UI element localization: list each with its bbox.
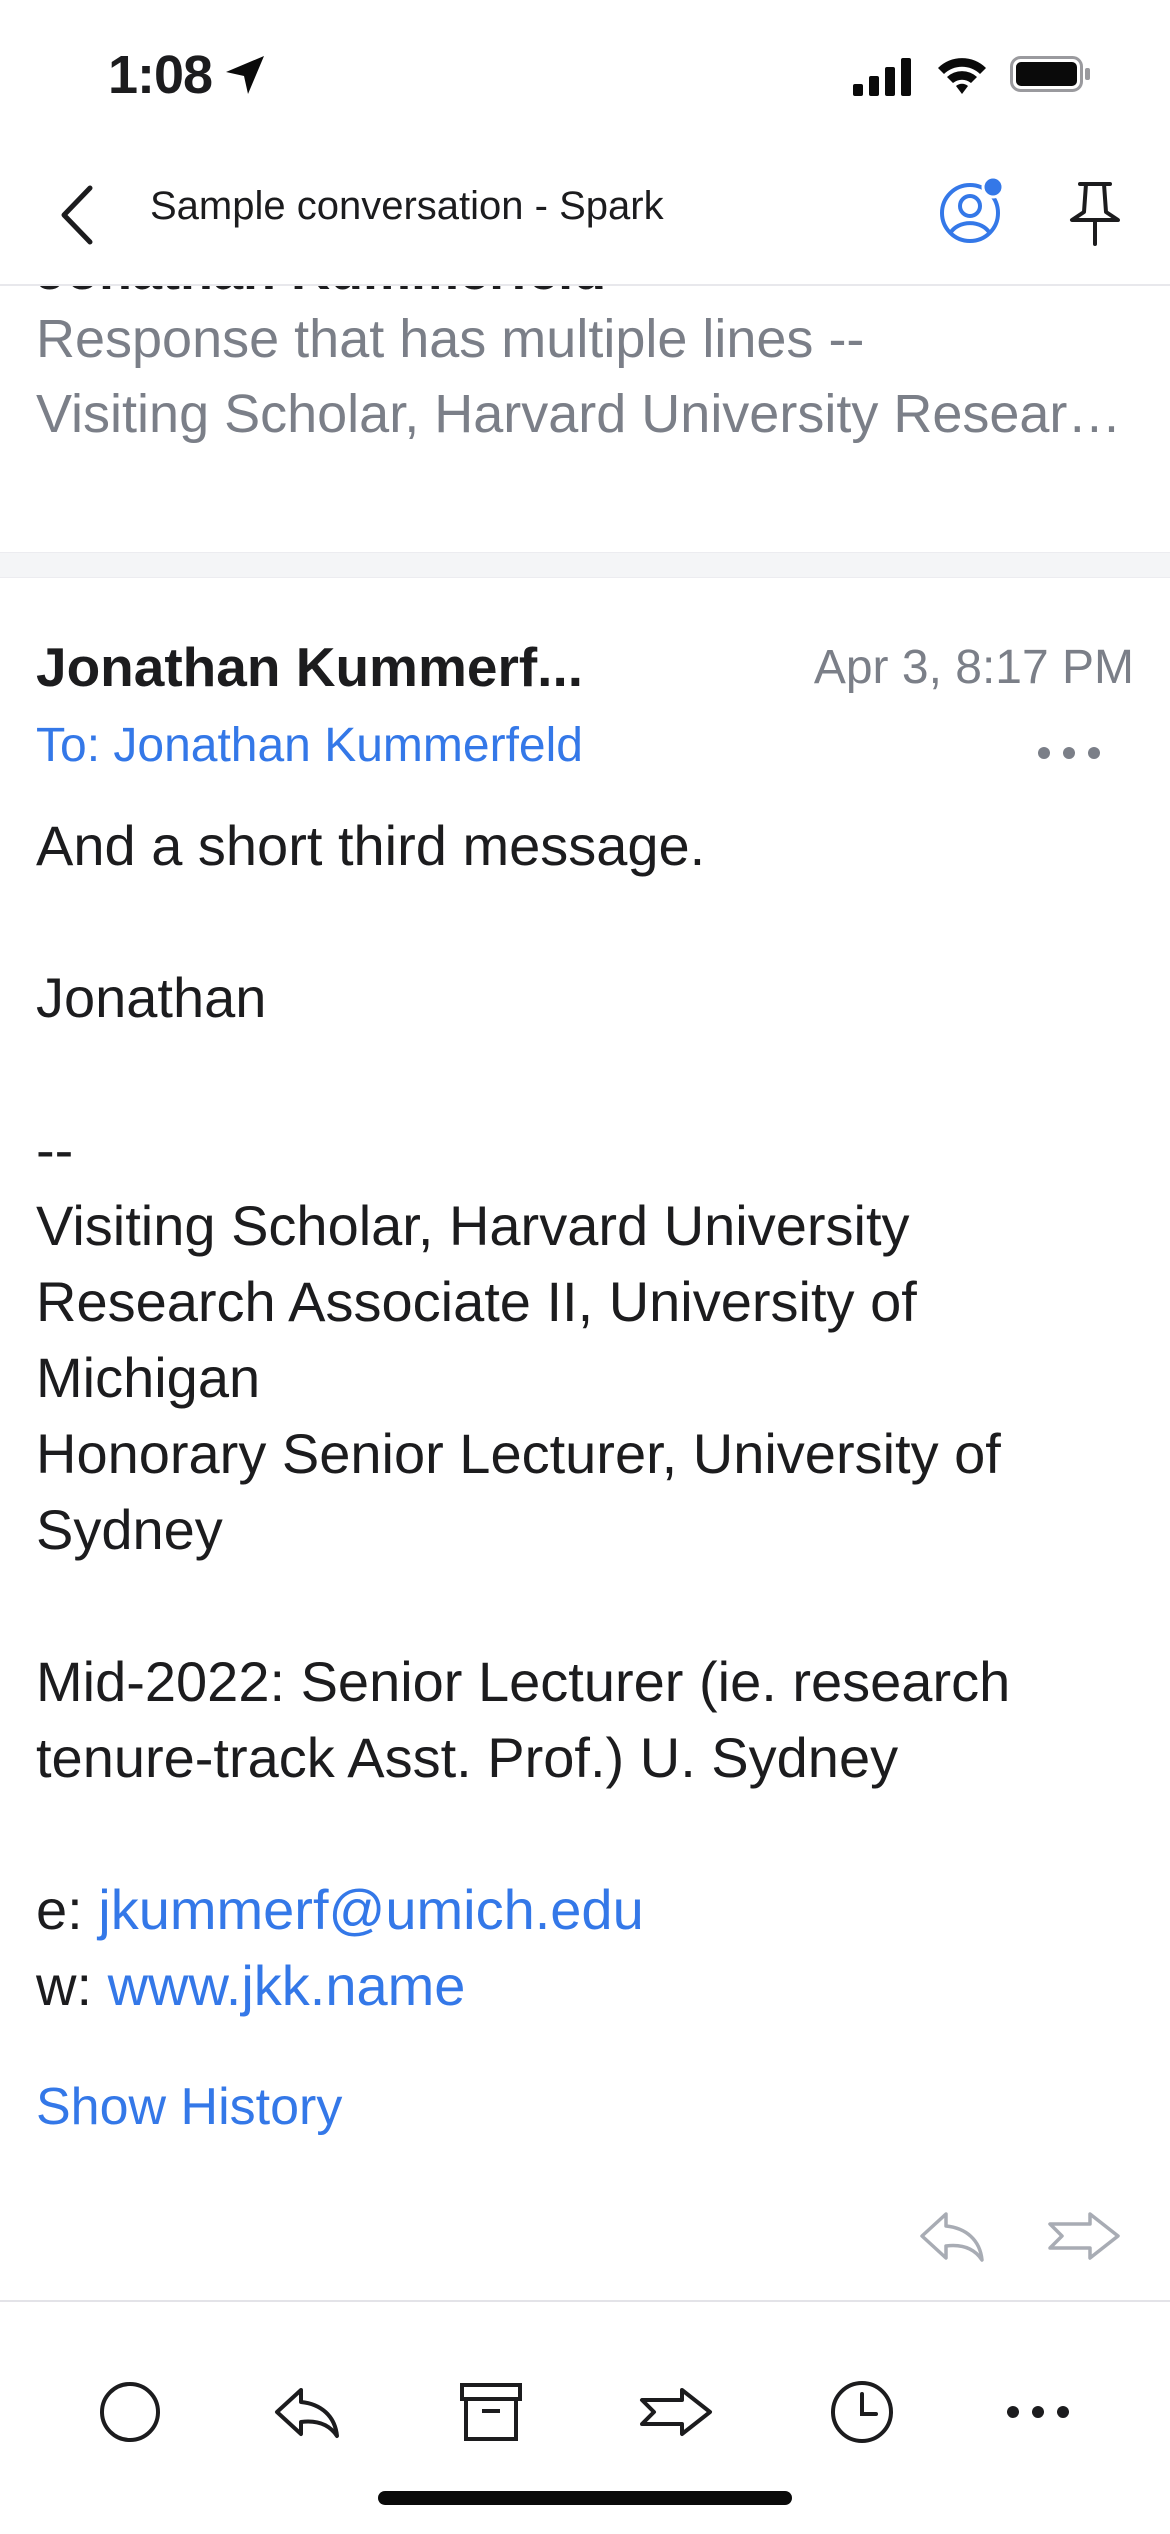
signature-line: Research Associate II, University of [36,1270,917,1333]
preview-line: Response that has multiple lines -- [36,309,865,369]
circle-icon [100,2382,160,2442]
signature-line: Visiting Scholar, Harvard University [36,1194,910,1257]
reply-icon [920,2212,984,2262]
archive-icon [460,2383,522,2441]
sender-name[interactable]: Jonathan Kummerf... [36,635,583,699]
website-prefix: w: [36,1954,108,2017]
navigation-bar: Sample conversation - Spark [0,150,1170,286]
reply-icon [275,2388,339,2438]
forward-icon [640,2388,712,2436]
message-date: Apr 3, 8:17 PM [813,641,1134,694]
body-line: And a short third message. [36,814,706,877]
forward-small-button[interactable] [1046,2206,1122,2271]
show-history-link[interactable]: Show History [36,2077,342,2137]
conversation-title: Sample conversation - Spark [150,184,664,228]
email-prefix: e: [36,1878,99,1941]
signature-line: Honorary Senior Lecturer, University of [36,1422,1001,1485]
cellular-signal-icon [853,58,913,101]
signature-line: tenure-track Asst. Prof.) U. Sydney [36,1726,899,1789]
account-avatar-button[interactable] [935,175,1005,246]
signature-line: Mid-2022: Senior Lecturer (ie. research [36,1650,1011,1713]
snooze-button[interactable] [822,2372,902,2452]
mark-unread-button[interactable] [90,2372,170,2452]
message-separator [0,552,1170,578]
battery-icon [1010,56,1092,97]
ellipsis-icon [1038,747,1100,759]
signature-name: Jonathan [36,966,267,1029]
forward-icon [1048,2212,1120,2260]
preview-line: Visiting Scholar, Harvard University Res… [36,384,1136,444]
archive-button[interactable] [451,2372,531,2452]
back-button[interactable] [50,180,110,250]
email-line: e: jkummerf@umich.edu [36,1872,1136,1948]
message-body: And a short third message. Jonathan -- V… [36,808,1136,2024]
more-button[interactable] [998,2372,1078,2452]
previous-message-card[interactable]: Jonathan Kummerfeld Response that has mu… [0,284,1170,554]
signature-separator: -- [36,1118,74,1181]
email-link[interactable]: jkummerf@umich.edu [98,1878,643,1941]
status-time: 1:08 [108,45,213,105]
message-more-options-button[interactable] [1034,738,1104,768]
clock-icon [831,2381,893,2443]
account-icon [940,175,1005,243]
home-indicator [378,2491,792,2505]
recipient-line[interactable]: To: Jonathan Kummerfeld [36,718,583,773]
signature-line: Michigan [36,1346,261,1409]
forward-button[interactable] [636,2372,716,2452]
website-link[interactable]: www.jkk.name [108,1954,466,2017]
pin-button[interactable] [1062,178,1128,248]
location-arrow-icon [222,52,268,103]
reply-small-button[interactable] [916,2206,986,2271]
reply-button[interactable] [266,2372,346,2452]
pin-icon [1070,182,1120,246]
wifi-icon [936,54,988,101]
ellipsis-icon [1007,2406,1069,2418]
previous-message-sender: Jonathan Kummerfeld [36,284,606,302]
signature-line: Sydney [36,1498,223,1561]
website-line: w: www.jkk.name [36,1948,1136,2024]
previous-message-preview: Response that has multiple lines -- Visi… [36,302,1136,452]
